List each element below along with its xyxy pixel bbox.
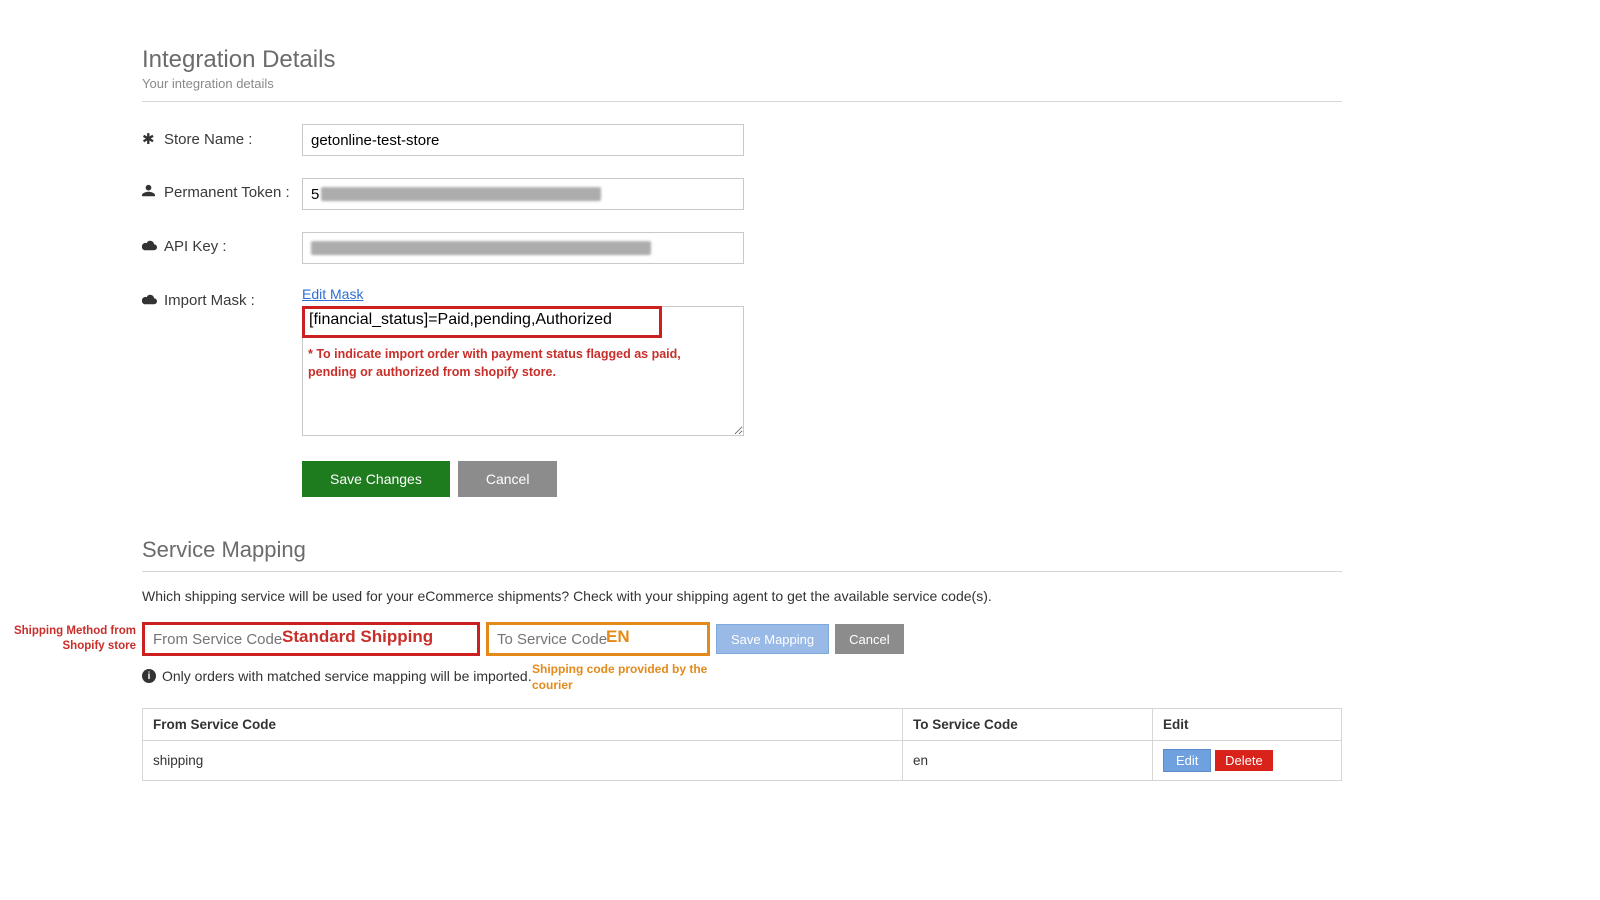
cell-to: en (903, 741, 1153, 781)
table-row: shipping en Edit Delete (143, 741, 1342, 781)
col-edit: Edit (1153, 709, 1342, 741)
from-service-code-input[interactable] (142, 622, 480, 656)
delete-row-button[interactable]: Delete (1215, 750, 1273, 771)
store-name-input[interactable] (302, 124, 744, 156)
cell-actions: Edit Delete (1153, 741, 1342, 781)
import-mask-label: Import Mask : (164, 292, 255, 309)
cancel-mapping-button[interactable]: Cancel (835, 624, 903, 654)
annotation-to: Shipping code provided by the courier (532, 662, 732, 693)
api-key-label: API Key : (164, 238, 227, 255)
cloud-icon (142, 238, 156, 255)
service-mapping-note: Only orders with matched service mapping… (162, 668, 532, 684)
integration-title: Integration Details (142, 46, 1342, 74)
integration-subtitle: Your integration details (142, 76, 1342, 91)
service-mapping-table: From Service Code To Service Code Edit s… (142, 708, 1342, 781)
perm-token-input[interactable]: 5 (302, 178, 744, 210)
save-mapping-button[interactable]: Save Mapping (716, 624, 829, 654)
service-mapping-title: Service Mapping (142, 537, 1342, 563)
divider (142, 101, 1342, 102)
asterisk-icon: ✱ (142, 130, 156, 148)
user-icon (142, 184, 156, 201)
to-service-code-input[interactable] (486, 622, 710, 656)
info-icon: i (142, 669, 156, 683)
edit-row-button[interactable]: Edit (1163, 749, 1211, 772)
store-name-label: Store Name : (164, 131, 252, 148)
divider (142, 571, 1342, 572)
cell-from: shipping (143, 741, 903, 781)
col-from: From Service Code (143, 709, 903, 741)
save-changes-button[interactable]: Save Changes (302, 461, 450, 497)
col-to: To Service Code (903, 709, 1153, 741)
edit-mask-link[interactable]: Edit Mask (302, 286, 363, 302)
cloud-icon (142, 292, 156, 309)
cancel-button[interactable]: Cancel (458, 461, 558, 497)
perm-token-label: Permanent Token : (164, 184, 290, 201)
import-mask-textarea[interactable]: [financial_status]=Paid,pending,Authoriz… (302, 306, 744, 436)
annotation-from: Shipping Method from Shopify store (12, 624, 136, 654)
service-mapping-desc: Which shipping service will be used for … (142, 588, 1342, 604)
api-key-input[interactable] (302, 232, 744, 264)
